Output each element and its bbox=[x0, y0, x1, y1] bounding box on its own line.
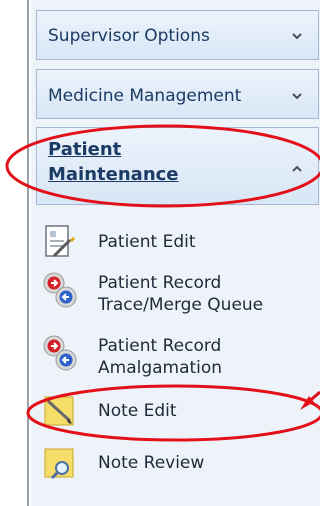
note-pencil-icon bbox=[44, 396, 74, 426]
menu-item-label: Patient Record Amalgamation bbox=[98, 335, 222, 379]
chevron-down-icon bbox=[292, 33, 302, 40]
section-label-line2: Maintenance bbox=[48, 164, 179, 185]
record-arrows-icon bbox=[43, 272, 77, 308]
menu-item-trace-merge-queue[interactable]: Patient Record Trace/Merge Queue bbox=[42, 270, 312, 326]
section-header-medicine-management[interactable]: Medicine Management bbox=[36, 69, 319, 119]
menu-item-amalgamation[interactable]: Patient Record Amalgamation bbox=[42, 333, 312, 389]
menu-item-note-review[interactable]: Note Review bbox=[42, 443, 312, 485]
menu-item-patient-edit[interactable]: Patient Edit bbox=[42, 222, 312, 264]
chevron-down-icon bbox=[292, 93, 302, 100]
chevron-up-icon bbox=[292, 165, 302, 172]
menu-item-label-line1: Patient Record bbox=[98, 336, 222, 356]
menu-item-label-line2: Trace/Merge Queue bbox=[98, 295, 264, 315]
menu-item-label: Note Edit bbox=[98, 401, 177, 421]
record-arrows-icon bbox=[43, 335, 77, 371]
section-header-patient-maintenance[interactable]: Patient Maintenance bbox=[36, 127, 319, 205]
section-header-supervisor-options[interactable]: Supervisor Options bbox=[36, 10, 319, 60]
menu-item-note-edit[interactable]: Note Edit bbox=[42, 391, 312, 433]
menu-item-label-line1: Patient Record bbox=[98, 273, 222, 293]
menu-item-label-line2: Amalgamation bbox=[98, 358, 223, 378]
panel-left-border bbox=[27, 0, 29, 506]
menu-item-label: Patient Record Trace/Merge Queue bbox=[98, 272, 263, 316]
menu-item-label: Patient Edit bbox=[98, 232, 196, 252]
note-magnifier-icon bbox=[44, 448, 74, 480]
section-label: Patient Maintenance bbox=[48, 137, 218, 187]
patient-edit-icon bbox=[45, 225, 75, 258]
section-label: Supervisor Options bbox=[48, 26, 210, 46]
menu-item-label: Note Review bbox=[98, 453, 205, 473]
section-label-line1: Patient bbox=[48, 139, 122, 160]
section-label: Medicine Management bbox=[48, 86, 242, 106]
